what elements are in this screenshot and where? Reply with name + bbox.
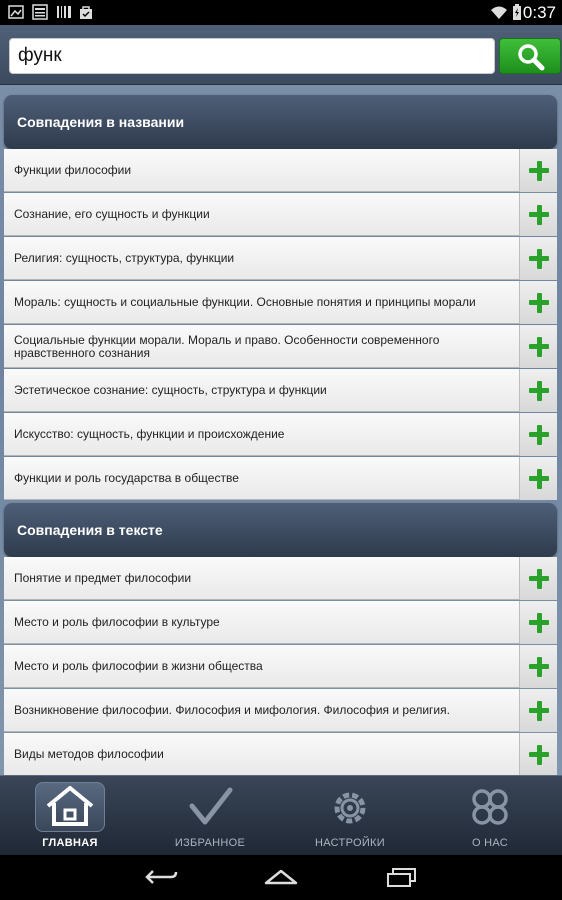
list-item-label: Искусство: сущность, функции и происхожд… bbox=[14, 427, 285, 441]
list-item-label: Функции и роль государства в обществе bbox=[14, 471, 239, 485]
add-favorite-button[interactable] bbox=[519, 325, 557, 368]
wifi-icon bbox=[491, 6, 507, 19]
list-item-label: Функции философии bbox=[14, 163, 132, 177]
bottom-tab-bar: ГЛАВНАЯ ИЗБРАННОЕ НАСТРОЙКИ О НАС bbox=[0, 775, 562, 855]
tab-label: ИЗБРАННОЕ bbox=[174, 837, 246, 849]
list-item[interactable]: Функции и роль государства в обществе bbox=[4, 457, 557, 500]
add-favorite-button[interactable] bbox=[519, 601, 557, 644]
tab-home[interactable]: ГЛАВНАЯ bbox=[0, 776, 140, 856]
tab-label: НАСТРОЙКИ bbox=[315, 837, 385, 849]
section-title: Совпадения в тексте bbox=[17, 522, 163, 538]
list-item[interactable]: Место и роль философии в жизни общества bbox=[4, 645, 557, 688]
shopping-bag-notification-icon bbox=[80, 6, 92, 19]
battery-icon bbox=[513, 4, 521, 20]
system-nav-bar bbox=[0, 855, 562, 900]
add-favorite-button[interactable] bbox=[519, 645, 557, 688]
tab-settings[interactable]: НАСТРОЙКИ bbox=[280, 776, 420, 856]
tab-about[interactable]: О НАС bbox=[420, 776, 560, 856]
add-favorite-button[interactable] bbox=[519, 689, 557, 732]
recent-apps-icon[interactable] bbox=[384, 867, 420, 887]
back-icon[interactable] bbox=[143, 867, 179, 887]
list-item-label: Место и роль философии в культуре bbox=[14, 615, 220, 629]
search-icon bbox=[518, 44, 545, 71]
list-item[interactable]: Виды методов философии bbox=[4, 733, 557, 775]
tab-favorites[interactable]: ИЗБРАННОЕ bbox=[140, 776, 280, 856]
add-favorite-button[interactable] bbox=[519, 413, 557, 456]
search-input[interactable] bbox=[9, 38, 495, 74]
section-header-title-matches: Совпадения в названии bbox=[4, 95, 557, 157]
barcode-notification-icon bbox=[57, 6, 71, 18]
add-favorite-button[interactable] bbox=[519, 457, 557, 500]
list-item[interactable]: Религия: сущность, структура, функции bbox=[4, 237, 557, 280]
results-list[interactable]: Совпадения в названии Функции философии … bbox=[0, 85, 562, 775]
add-favorite-button[interactable] bbox=[519, 149, 557, 192]
checkmark-icon bbox=[189, 787, 233, 825]
search-bar bbox=[0, 25, 562, 85]
image-notification-icon bbox=[8, 5, 24, 19]
list-item-label: Понятие и предмет философии bbox=[14, 571, 192, 585]
list-item-label: Мораль: сущность и социальные функции. О… bbox=[14, 295, 476, 309]
list-item[interactable]: Место и роль философии в культуре bbox=[4, 601, 557, 644]
add-favorite-button[interactable] bbox=[519, 193, 557, 236]
clover-icon bbox=[472, 789, 508, 825]
list-item-label: Место и роль философии в жизни общества bbox=[14, 659, 263, 673]
status-bar: 0:37 bbox=[0, 0, 562, 25]
gear-icon bbox=[334, 792, 366, 824]
list-item[interactable]: Эстетическое сознание: сущность, структу… bbox=[4, 369, 557, 412]
news-notification-icon bbox=[32, 4, 48, 20]
list-item[interactable]: Функции философии bbox=[4, 149, 557, 192]
home-nav-icon[interactable] bbox=[263, 867, 299, 887]
list-item[interactable]: Мораль: сущность и социальные функции. О… bbox=[4, 281, 557, 324]
list-item-label: Религия: сущность, структура, функции bbox=[14, 251, 235, 265]
list-item[interactable]: Социальные функции морали. Мораль и прав… bbox=[4, 325, 557, 368]
add-favorite-button[interactable] bbox=[519, 237, 557, 280]
add-favorite-button[interactable] bbox=[519, 369, 557, 412]
tab-label: О НАС bbox=[471, 837, 509, 849]
add-favorite-button[interactable] bbox=[519, 281, 557, 324]
list-item[interactable]: Искусство: сущность, функции и происхожд… bbox=[4, 413, 557, 456]
home-icon bbox=[46, 786, 94, 826]
add-favorite-button[interactable] bbox=[519, 557, 557, 600]
add-favorite-button[interactable] bbox=[519, 733, 557, 775]
list-item-label: Сознание, его сущность и функции bbox=[14, 207, 210, 221]
status-clock: 0:37 bbox=[522, 3, 556, 22]
list-item[interactable]: Возникновение философии. Философия и миф… bbox=[4, 689, 557, 732]
list-item-label: Виды методов философии bbox=[14, 747, 164, 761]
section-header-text-matches: Совпадения в тексте bbox=[4, 503, 557, 557]
list-item[interactable]: Сознание, его сущность и функции bbox=[4, 193, 557, 236]
tab-label: ГЛАВНАЯ bbox=[42, 837, 98, 849]
section-title: Совпадения в названии bbox=[17, 114, 185, 130]
list-item-label: Возникновение философии. Философия и миф… bbox=[14, 703, 450, 717]
list-item[interactable]: Понятие и предмет философии bbox=[4, 557, 557, 600]
list-item-label: Социальные функции морали. Мораль и прав… bbox=[14, 332, 440, 360]
search-button[interactable] bbox=[499, 38, 561, 74]
list-item-label: Эстетическое сознание: сущность, структу… bbox=[14, 383, 327, 397]
